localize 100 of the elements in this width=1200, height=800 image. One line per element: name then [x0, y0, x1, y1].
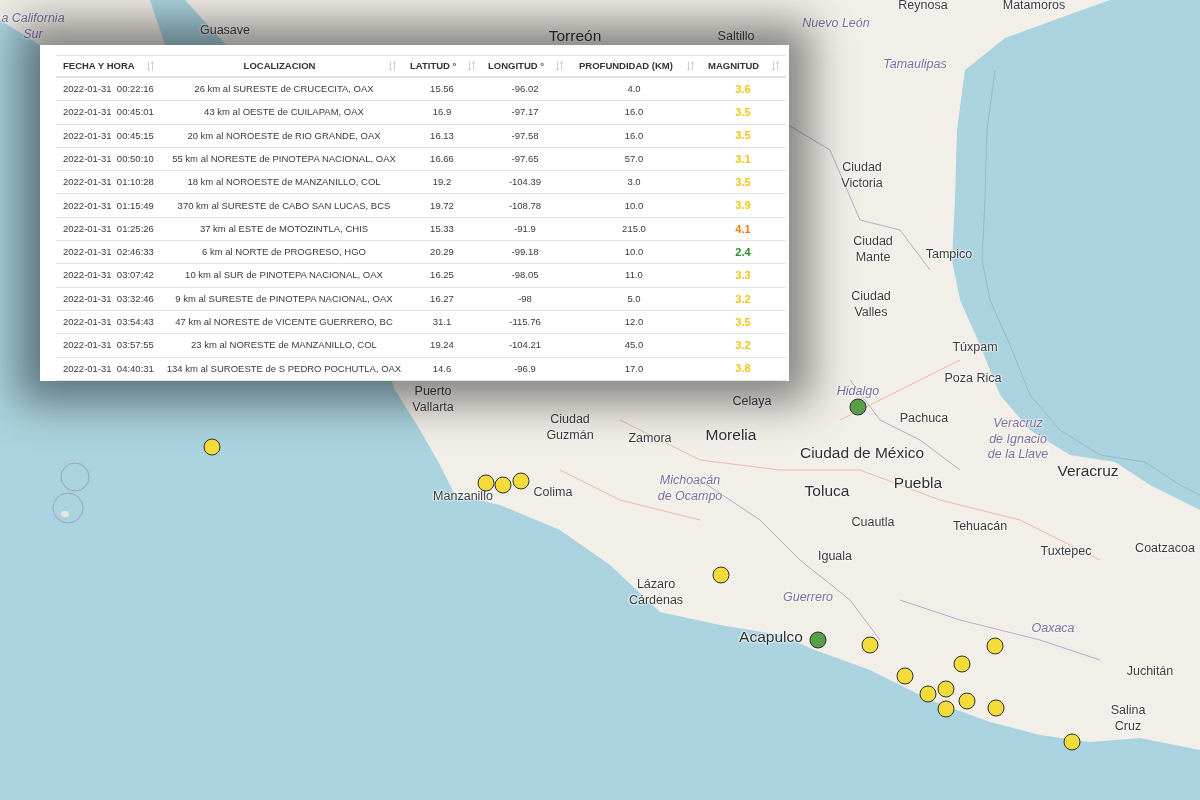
table-cell-text: 3.5 — [735, 314, 751, 330]
table-cell: 2022-01-31 01:15:49 — [63, 198, 154, 213]
table-cell: 20.29 — [430, 245, 454, 260]
table-cell: 17.0 — [624, 361, 644, 376]
city-label: Zamora — [628, 431, 672, 447]
city-label: Ciudad Victoria — [841, 160, 883, 192]
table-cell: 16.0 — [624, 105, 644, 120]
city-label: Matamoros — [1002, 0, 1066, 14]
table-cell: 2022-01-31 04:40:31 — [63, 361, 154, 376]
table-cell-text: 2022-01-31 00:22:16 — [63, 82, 154, 96]
table-cell: 16.25 — [430, 268, 454, 283]
table-cell: -104.21 — [508, 338, 542, 353]
city-label: Túxpam — [952, 340, 998, 356]
state-label: Veracruz de Ignacio de la Llave — [986, 415, 1050, 463]
city-label: Ciudad Valles — [851, 289, 891, 321]
table-cell: -96.9 — [514, 361, 536, 376]
table-cell-text: 26 km al SURESTE de CRUCECITA, OAX — [194, 82, 374, 96]
city-label: Puerto Vallarta — [412, 384, 454, 416]
city-label: Coatzacoa — [1135, 541, 1195, 557]
column-header: FECHA Y HORA — [63, 58, 136, 73]
table-cell: 2022-01-31 01:10:28 — [63, 175, 154, 190]
table-cell: -97.17 — [511, 105, 539, 120]
city-label: Colima — [533, 485, 573, 501]
table-cell: 45.0 — [624, 338, 644, 353]
state-label: Nuevo León — [802, 16, 870, 32]
city-label: Tuxtepec — [1040, 544, 1092, 560]
table-cell: 2022-01-31 02:46:33 — [63, 245, 154, 260]
table-cell: 16.13 — [430, 128, 454, 143]
table-cell-text: 15.56 — [430, 82, 454, 96]
table-cell-text: -96.02 — [511, 82, 539, 96]
table-cell-text: 2022-01-31 00:50:10 — [63, 151, 154, 166]
table-cell-text: 57.0 — [624, 151, 644, 166]
table-cell: 134 km al SUROESTE de S PEDRO POCHUTLA, OAX — [166, 361, 402, 376]
table-cell: -104.39 — [508, 175, 542, 190]
table-cell-text: 55 km al NORESTE de PINOTEPA NACIONAL, OAX — [172, 151, 396, 166]
table-cell: -98.05 — [511, 268, 539, 283]
table-cell: -108.78 — [508, 198, 542, 213]
table-cell: 18 km al NOROESTE de MANZANILLO, COL — [187, 175, 381, 190]
table-cell-text: 2.4 — [735, 244, 751, 260]
table-cell-text: -97.65 — [511, 151, 539, 166]
table-cell-text: 31.1 — [432, 315, 452, 329]
column-header: MAGNITUD — [708, 58, 761, 73]
table-cell-text: 4.1 — [735, 221, 751, 237]
table-cell: 10.0 — [624, 198, 644, 213]
state-label: Guerrero — [783, 590, 833, 606]
table-cell: 2022-01-31 03:32:46 — [63, 291, 154, 306]
table-cell-text: 15.33 — [430, 221, 454, 236]
table-cell: 2022-01-31 03:57:55 — [63, 338, 154, 353]
table-cell: 9 km al SURESTE de PINOTEPA NACIONAL, OAX — [175, 291, 393, 306]
table-cell-text: 47 km al NORESTE de VICENTE GUERRERO, BC — [175, 315, 393, 329]
city-label: Puebla — [893, 473, 943, 493]
city-label: Tehuacán — [952, 519, 1008, 535]
column-header: LOCALIZACION — [242, 58, 317, 73]
table-cell: 10 km al SUR de PINOTEPA NACIONAL, OAX — [185, 268, 383, 283]
table-cell: 20 km al NOROESTE de RIO GRANDE, OAX — [187, 128, 381, 143]
table-cell: 19.72 — [430, 198, 454, 213]
table-cell: 16.27 — [430, 291, 454, 306]
state-label: a California Sur — [0, 11, 66, 43]
city-label: Celaya — [732, 394, 772, 410]
table-cell-text: 12.0 — [624, 315, 644, 329]
table-cell-text: -115.76 — [509, 315, 541, 329]
city-label: Acapulco — [739, 627, 803, 647]
table-cell: 5.0 — [627, 291, 641, 306]
table-cell-text: 3.1 — [735, 151, 751, 167]
table-cell-text: 3.5 — [735, 175, 751, 191]
table-cell-text: 215.0 — [622, 221, 646, 236]
table-cell-text: 3.5 — [735, 128, 751, 144]
city-label: Ciudad de México — [799, 443, 925, 463]
table-cell: 11.0 — [625, 268, 643, 283]
table-cell-text: 3.2 — [735, 338, 751, 354]
table-cell-text: 3.8 — [735, 361, 751, 377]
city-label: Reynosa — [898, 0, 948, 14]
table-cell: -97.58 — [511, 128, 539, 143]
city-label: Morelia — [705, 425, 757, 445]
table-cell: -98 — [518, 291, 532, 306]
table-cell: 43 km al OESTE de CUILAPAM, OAX — [204, 105, 364, 120]
city-label: Toluca — [804, 481, 850, 501]
table-cell: 16.9 — [432, 105, 452, 120]
table-cell: 2022-01-31 00:45:01 — [63, 105, 154, 120]
table-cell: 3.0 — [627, 175, 641, 190]
state-label: Oaxaca — [1031, 621, 1075, 637]
state-label: Tamaulipas — [883, 57, 947, 73]
table-cell-text: 2022-01-31 01:25:26 — [63, 221, 154, 236]
table-cell-text: 3.6 — [735, 81, 751, 97]
city-label: Salina Cruz — [1110, 703, 1146, 735]
city-label: Lázaro Cárdenas — [628, 577, 684, 609]
table-cell-text: 37 km al ESTE de MOTOZINTLA, CHIS — [199, 221, 369, 236]
table-cell: 370 km al SURESTE de CABO SAN LUCAS, BCS — [177, 198, 391, 213]
column-header: PROFUNDIDAD (KM) — [579, 58, 674, 73]
city-label: Juchitán — [1126, 664, 1174, 680]
table-cell: 19.24 — [430, 338, 454, 353]
city-label: Saltillo — [717, 29, 755, 45]
city-label: Tampico — [925, 247, 973, 263]
city-label: Cuautla — [851, 515, 895, 531]
table-cell-text: 16.66 — [430, 151, 454, 166]
state-label: Hidalgo — [836, 384, 880, 400]
table-cell: 16.0 — [624, 128, 644, 143]
city-label: Torreón — [548, 26, 602, 46]
table-cell-text: 2022-01-31 03:54:43 — [63, 315, 154, 329]
table-cell: 2022-01-31 03:07:42 — [63, 268, 154, 283]
